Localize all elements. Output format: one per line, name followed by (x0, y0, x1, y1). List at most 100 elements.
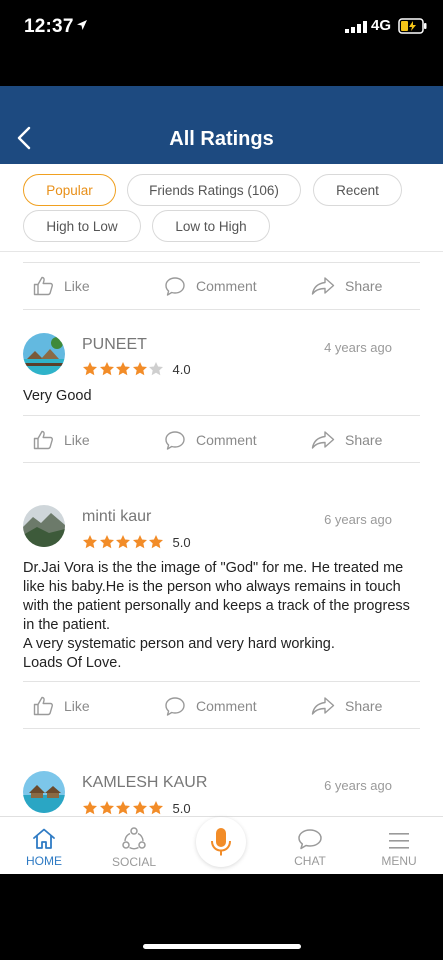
like-button[interactable]: Like (33, 683, 90, 729)
comment-bubble-icon (165, 430, 185, 450)
star-filled-icon (132, 535, 147, 549)
filter-high-to-low[interactable]: High to Low (23, 210, 141, 242)
avatar (23, 333, 65, 375)
voice-search-button[interactable] (196, 817, 246, 867)
share-button[interactable]: Share (311, 263, 382, 309)
comment-button[interactable]: Comment (164, 263, 257, 309)
home-icon (33, 828, 55, 849)
network-type: 4G (371, 17, 392, 34)
star-rating: 4.0 (82, 361, 191, 377)
comment-label: Comment (196, 432, 257, 448)
comment-button[interactable]: Comment (164, 683, 257, 729)
review-time: 4 years ago (324, 340, 392, 355)
divider (23, 415, 420, 416)
status-time: 12:37 (24, 16, 74, 37)
star-filled-icon (99, 801, 114, 815)
rating-value: 4.0 (172, 361, 191, 377)
nav-home-label: HOME (26, 854, 62, 868)
avatar (23, 771, 65, 813)
share-button[interactable]: Share (311, 683, 382, 729)
filter-friends-ratings[interactable]: Friends Ratings (106) (127, 174, 301, 206)
comment-bubble-icon (165, 696, 185, 716)
filter-bar: Popular Friends Ratings (106) Recent Hig… (0, 164, 443, 252)
nav-chat[interactable]: CHAT (290, 817, 330, 875)
comment-button[interactable]: Comment (164, 417, 257, 463)
review-time: 6 years ago (324, 778, 392, 793)
bottom-navigation: HOME SOCIAL CHAT MENU (0, 816, 443, 874)
microphone-icon (211, 828, 231, 856)
thumbs-up-icon (33, 696, 53, 716)
share-label: Share (345, 432, 383, 448)
review-text: Very Good (23, 388, 92, 404)
star-filled-icon (132, 362, 147, 376)
app-header: All Ratings (0, 86, 443, 164)
star-filled-icon (149, 535, 163, 549)
share-label: Share (345, 698, 383, 714)
divider (23, 309, 420, 310)
filter-label: Popular (46, 182, 93, 198)
location-arrow-icon (77, 20, 87, 30)
divider (23, 728, 420, 729)
social-network-icon (122, 827, 146, 850)
share-button[interactable]: Share (311, 417, 382, 463)
reviewer-name[interactable]: minti kaur (82, 508, 151, 526)
star-filled-icon (99, 362, 114, 376)
home-indicator[interactable] (143, 944, 301, 949)
filter-label: Low to High (175, 218, 247, 234)
star-filled-icon (132, 801, 147, 815)
share-arrow-icon (311, 697, 335, 715)
star-filled-icon (83, 801, 97, 815)
comment-label: Comment (196, 698, 257, 714)
share-arrow-icon (311, 277, 335, 295)
status-bar: 12:37 4G (0, 0, 443, 56)
reviewer-name[interactable]: PUNEET (82, 336, 147, 354)
nav-menu-label: MENU (381, 854, 417, 868)
nav-chat-label: CHAT (294, 854, 326, 868)
review-actions: Like Comment Share (0, 417, 443, 463)
rating-value: 5.0 (172, 800, 191, 816)
star-filled-icon (116, 535, 130, 549)
filter-label: Recent (336, 182, 379, 198)
like-button[interactable]: Like (33, 417, 90, 463)
hamburger-menu-icon (389, 833, 409, 849)
star-filled-icon (116, 801, 130, 815)
star-rating: 5.0 (82, 534, 191, 550)
star-filled-icon (99, 535, 114, 549)
star-empty-icon (149, 362, 163, 376)
share-arrow-icon (311, 431, 335, 449)
thumbs-up-icon (33, 276, 53, 296)
like-label: Like (64, 278, 90, 294)
filter-low-to-high[interactable]: Low to High (152, 210, 270, 242)
review-time: 6 years ago (324, 512, 392, 527)
star-filled-icon (83, 362, 97, 376)
filter-popular[interactable]: Popular (23, 174, 116, 206)
filter-recent[interactable]: Recent (313, 174, 402, 206)
filter-label: High to Low (46, 218, 118, 234)
battery-icon (398, 18, 427, 34)
review-text: Dr.Jai Vora is the the image of "God" fo… (23, 560, 410, 671)
comment-bubble-icon (165, 276, 185, 296)
nav-home[interactable]: HOME (24, 817, 64, 875)
like-label: Like (64, 432, 90, 448)
ratings-list[interactable]: Popular Friends Ratings (106) Recent Hig… (0, 164, 443, 816)
like-label: Like (64, 698, 90, 714)
chat-bubbles-icon (298, 829, 322, 850)
rating-value: 5.0 (172, 534, 191, 550)
reviewer-name[interactable]: KAMLESH KAUR (82, 774, 207, 792)
thumbs-up-icon (33, 430, 53, 450)
nav-menu[interactable]: MENU (378, 817, 420, 875)
like-button[interactable]: Like (33, 263, 90, 309)
star-filled-icon (83, 535, 97, 549)
page-title: All Ratings (169, 128, 274, 150)
star-rating: 5.0 (82, 800, 191, 816)
share-label: Share (345, 278, 383, 294)
nav-social-label: SOCIAL (111, 855, 156, 869)
divider (23, 462, 420, 463)
signal-icon (345, 21, 367, 33)
review-actions: Like Comment Share (0, 263, 443, 309)
nav-social[interactable]: SOCIAL (110, 817, 158, 875)
review-actions: Like Comment Share (0, 683, 443, 729)
comment-label: Comment (196, 278, 257, 294)
filter-label: Friends Ratings (106) (149, 182, 279, 198)
star-filled-icon (116, 362, 130, 376)
